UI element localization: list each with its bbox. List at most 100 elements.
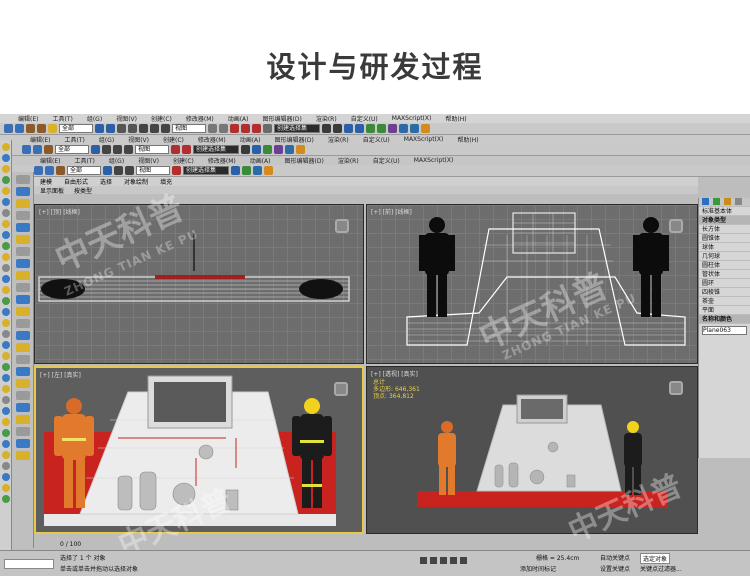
rect-selection-icon[interactable] bbox=[117, 124, 126, 133]
material-editor-icon[interactable] bbox=[274, 145, 283, 154]
render-setup-icon[interactable] bbox=[253, 166, 262, 175]
rotate-icon[interactable] bbox=[125, 166, 134, 175]
sphere-icon[interactable] bbox=[2, 407, 10, 415]
render-setup-icon[interactable] bbox=[285, 145, 294, 154]
filter-icon[interactable] bbox=[16, 355, 30, 364]
auto-key-button[interactable]: 自动关键点 bbox=[600, 553, 630, 562]
menu-graph-editors[interactable]: 图形编辑器(D) bbox=[275, 135, 314, 144]
sphere-button[interactable]: 球体 bbox=[699, 243, 750, 252]
menu-graph-editors[interactable]: 图形编辑器(D) bbox=[263, 114, 302, 123]
menu-help[interactable]: 帮助(H) bbox=[457, 135, 478, 144]
selection-filter-dropdown[interactable]: 全部 bbox=[59, 124, 93, 133]
sphere-icon[interactable] bbox=[2, 341, 10, 349]
rendered-frame-icon[interactable] bbox=[410, 124, 419, 133]
add-time-tag[interactable]: 添加时间标记 bbox=[520, 564, 556, 573]
move-icon[interactable] bbox=[102, 145, 111, 154]
next-frame-icon[interactable] bbox=[450, 557, 457, 564]
redo-icon[interactable] bbox=[15, 124, 24, 133]
filter-icon[interactable] bbox=[16, 283, 30, 292]
timeline-position[interactable]: 0 / 100 bbox=[60, 541, 81, 548]
go-to-end-icon[interactable] bbox=[460, 557, 467, 564]
rotate-icon[interactable] bbox=[113, 145, 122, 154]
menu-animation[interactable]: 动画(A) bbox=[250, 156, 271, 165]
filter-icon[interactable] bbox=[16, 175, 30, 184]
menu-customize[interactable]: 自定义(U) bbox=[373, 156, 400, 165]
camera-icon[interactable] bbox=[2, 264, 10, 272]
menu-create[interactable]: 创建(C) bbox=[163, 135, 184, 144]
render-teapot-icon[interactable] bbox=[296, 145, 305, 154]
teapot-button[interactable]: 茶壶 bbox=[699, 297, 750, 306]
menu-customize[interactable]: 自定义(U) bbox=[351, 114, 378, 123]
menu-views[interactable]: 视图(V) bbox=[138, 156, 159, 165]
sphere-icon[interactable] bbox=[2, 440, 10, 448]
material-editor-icon[interactable] bbox=[388, 124, 397, 133]
scale-icon[interactable] bbox=[161, 124, 170, 133]
rotate-icon[interactable] bbox=[150, 124, 159, 133]
selection-filter-dropdown[interactable]: 全部 bbox=[55, 145, 89, 154]
layer-manager-icon[interactable] bbox=[231, 166, 240, 175]
camera-icon[interactable] bbox=[2, 330, 10, 338]
light-icon[interactable] bbox=[16, 415, 30, 424]
pivot-icon[interactable] bbox=[208, 124, 217, 133]
filter-icon[interactable] bbox=[16, 247, 30, 256]
menu-animation[interactable]: 动画(A) bbox=[240, 135, 261, 144]
light-icon[interactable] bbox=[16, 307, 30, 316]
link-icon[interactable] bbox=[56, 166, 65, 175]
light-icon[interactable] bbox=[2, 253, 10, 261]
named-selection-dropdown[interactable]: 创建选择集 bbox=[193, 145, 239, 154]
move-icon[interactable] bbox=[114, 166, 123, 175]
object-icon[interactable] bbox=[16, 259, 30, 268]
sphere-icon[interactable] bbox=[2, 473, 10, 481]
light-icon[interactable] bbox=[2, 165, 10, 173]
sphere-icon[interactable] bbox=[2, 374, 10, 382]
object-icon[interactable] bbox=[16, 223, 30, 232]
tab-selection[interactable]: 选择 bbox=[100, 177, 112, 186]
selected-object-dropdown[interactable]: 选定对象 bbox=[640, 553, 671, 564]
render-teapot-icon[interactable] bbox=[421, 124, 430, 133]
menu-tools[interactable]: 工具(T) bbox=[74, 156, 94, 165]
link-icon[interactable] bbox=[44, 145, 53, 154]
menu-rendering[interactable]: 渲染(R) bbox=[328, 135, 349, 144]
angle-snap-icon[interactable] bbox=[241, 124, 250, 133]
plane-button[interactable]: 平面 bbox=[699, 306, 750, 315]
menu-modifiers[interactable]: 修改器(M) bbox=[208, 156, 236, 165]
curve-editor-icon[interactable] bbox=[242, 166, 251, 175]
light-icon[interactable] bbox=[2, 385, 10, 393]
filter-icon[interactable] bbox=[16, 211, 30, 220]
window-crossing-icon[interactable] bbox=[128, 124, 137, 133]
menu-group[interactable]: 组(G) bbox=[99, 135, 114, 144]
layer-manager-icon[interactable] bbox=[252, 145, 261, 154]
light-icon[interactable] bbox=[2, 143, 10, 151]
undo-icon[interactable] bbox=[4, 124, 13, 133]
undo-icon[interactable] bbox=[22, 145, 31, 154]
sphere-icon[interactable] bbox=[2, 198, 10, 206]
set-key-button[interactable]: 设置关键点 bbox=[600, 564, 630, 573]
select-object-icon[interactable] bbox=[103, 166, 112, 175]
camera-icon[interactable] bbox=[2, 209, 10, 217]
menu-rendering[interactable]: 渲染(R) bbox=[338, 156, 359, 165]
select-manipulate-icon[interactable] bbox=[219, 124, 228, 133]
menu-modifiers[interactable]: 修改器(M) bbox=[198, 135, 226, 144]
create-tab-icon[interactable] bbox=[702, 198, 709, 205]
select-by-name-icon[interactable] bbox=[106, 124, 115, 133]
named-selection-dropdown[interactable]: 创建选择集 bbox=[183, 166, 229, 175]
mirror-icon[interactable] bbox=[322, 124, 331, 133]
undo-icon[interactable] bbox=[34, 166, 43, 175]
menu-maxscript[interactable]: MAXScript(X) bbox=[392, 115, 432, 122]
menu-rendering[interactable]: 渲染(R) bbox=[316, 114, 337, 123]
curve-editor-icon[interactable] bbox=[366, 124, 375, 133]
layer-manager-icon[interactable] bbox=[344, 124, 353, 133]
menu-customize[interactable]: 自定义(U) bbox=[363, 135, 390, 144]
light-icon[interactable] bbox=[16, 271, 30, 280]
play-icon[interactable] bbox=[440, 557, 447, 564]
menu-edit[interactable]: 编辑(E) bbox=[40, 156, 60, 165]
tab-display-panel[interactable]: 显示面板 bbox=[40, 186, 64, 195]
light-icon[interactable] bbox=[2, 187, 10, 195]
light-icon[interactable] bbox=[16, 199, 30, 208]
reference-coord-dropdown[interactable]: 视图 bbox=[172, 124, 206, 133]
tab-object-paint[interactable]: 对象绘制 bbox=[124, 177, 148, 186]
align-icon[interactable] bbox=[333, 124, 342, 133]
menu-graph-editors[interactable]: 图形编辑器(D) bbox=[285, 156, 324, 165]
bind-spacewarp-icon[interactable] bbox=[48, 124, 57, 133]
geometry-icon[interactable] bbox=[2, 297, 10, 305]
